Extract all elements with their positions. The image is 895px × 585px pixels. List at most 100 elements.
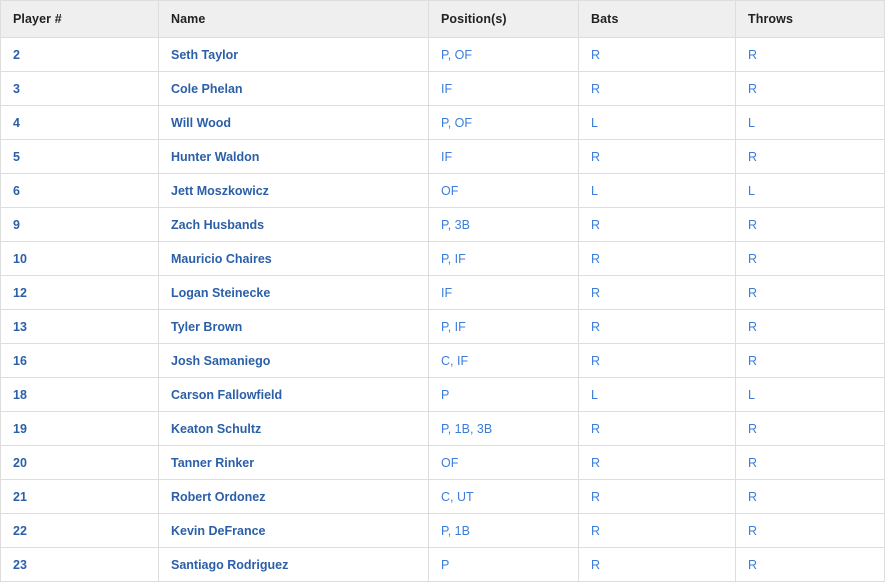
- column-header-positions: Position(s): [428, 0, 579, 38]
- cell-player-number: 21: [0, 479, 159, 514]
- cell-player-number: 2: [0, 37, 159, 72]
- cell-positions: C, UT: [428, 479, 579, 514]
- cell-positions: P, 3B: [428, 207, 579, 242]
- player-number-link[interactable]: 10: [13, 252, 27, 266]
- cell-bats: R: [578, 411, 736, 446]
- cell-bats: R: [578, 139, 736, 174]
- cell-bats: R: [578, 207, 736, 242]
- table-row: 6 Jett Moszkowicz OF L L: [0, 173, 885, 208]
- player-name-link[interactable]: Carson Fallowfield: [171, 388, 282, 402]
- cell-player-name: Logan Steinecke: [158, 275, 429, 310]
- cell-throws: L: [735, 377, 885, 412]
- player-number-link[interactable]: 2: [13, 48, 20, 62]
- cell-positions: P: [428, 377, 579, 412]
- cell-player-number: 22: [0, 513, 159, 548]
- player-name-link[interactable]: Hunter Waldon: [171, 150, 259, 164]
- table-row: 12 Logan Steinecke IF R R: [0, 275, 885, 310]
- cell-throws: R: [735, 513, 885, 548]
- cell-player-name: Will Wood: [158, 105, 429, 140]
- cell-player-name: Santiago Rodriguez: [158, 547, 429, 582]
- cell-bats: R: [578, 241, 736, 276]
- cell-positions: P, 1B: [428, 513, 579, 548]
- player-number-link[interactable]: 6: [13, 184, 20, 198]
- cell-positions: P, OF: [428, 37, 579, 72]
- roster-table: Player # Name Position(s) Bats Throws 2 S…: [0, 0, 885, 582]
- cell-bats: R: [578, 547, 736, 582]
- player-name-link[interactable]: Zach Husbands: [171, 218, 264, 232]
- player-name-link[interactable]: Robert Ordonez: [171, 490, 265, 504]
- cell-player-number: 4: [0, 105, 159, 140]
- cell-bats: L: [578, 105, 736, 140]
- cell-player-name: Kevin DeFrance: [158, 513, 429, 548]
- cell-player-name: Jett Moszkowicz: [158, 173, 429, 208]
- table-row: 21 Robert Ordonez C, UT R R: [0, 479, 885, 514]
- player-name-link[interactable]: Josh Samaniego: [171, 354, 270, 368]
- cell-throws: L: [735, 173, 885, 208]
- cell-player-number: 18: [0, 377, 159, 412]
- cell-bats: R: [578, 445, 736, 480]
- player-name-link[interactable]: Tyler Brown: [171, 320, 242, 334]
- player-name-link[interactable]: Seth Taylor: [171, 48, 238, 62]
- cell-positions: OF: [428, 445, 579, 480]
- player-name-link[interactable]: Santiago Rodriguez: [171, 558, 288, 572]
- cell-throws: R: [735, 479, 885, 514]
- player-number-link[interactable]: 12: [13, 286, 27, 300]
- cell-positions: IF: [428, 71, 579, 106]
- player-number-link[interactable]: 18: [13, 388, 27, 402]
- cell-player-name: Robert Ordonez: [158, 479, 429, 514]
- cell-bats: R: [578, 37, 736, 72]
- cell-positions: P: [428, 547, 579, 582]
- player-number-link[interactable]: 9: [13, 218, 20, 232]
- cell-throws: R: [735, 207, 885, 242]
- player-name-link[interactable]: Keaton Schultz: [171, 422, 261, 436]
- cell-player-name: Tyler Brown: [158, 309, 429, 344]
- cell-player-number: 10: [0, 241, 159, 276]
- cell-throws: L: [735, 105, 885, 140]
- player-name-link[interactable]: Logan Steinecke: [171, 286, 270, 300]
- player-number-link[interactable]: 22: [13, 524, 27, 538]
- player-number-link[interactable]: 5: [13, 150, 20, 164]
- cell-throws: R: [735, 275, 885, 310]
- table-row: 20 Tanner Rinker OF R R: [0, 445, 885, 480]
- player-number-link[interactable]: 20: [13, 456, 27, 470]
- cell-player-number: 9: [0, 207, 159, 242]
- roster-table-container: Player # Name Position(s) Bats Throws 2 S…: [0, 0, 885, 582]
- cell-throws: R: [735, 343, 885, 378]
- player-name-link[interactable]: Kevin DeFrance: [171, 524, 265, 538]
- cell-player-number: 6: [0, 173, 159, 208]
- column-header-name: Name: [158, 0, 429, 38]
- cell-throws: R: [735, 309, 885, 344]
- column-header-bats: Bats: [578, 0, 736, 38]
- player-number-link[interactable]: 19: [13, 422, 27, 436]
- cell-bats: L: [578, 173, 736, 208]
- cell-throws: R: [735, 37, 885, 72]
- player-name-link[interactable]: Will Wood: [171, 116, 231, 130]
- cell-player-number: 3: [0, 71, 159, 106]
- player-number-link[interactable]: 16: [13, 354, 27, 368]
- cell-player-name: Carson Fallowfield: [158, 377, 429, 412]
- column-header-player-number: Player #: [0, 0, 159, 38]
- table-row: 9 Zach Husbands P, 3B R R: [0, 207, 885, 242]
- player-number-link[interactable]: 3: [13, 82, 20, 96]
- cell-bats: R: [578, 513, 736, 548]
- cell-throws: R: [735, 241, 885, 276]
- cell-bats: R: [578, 275, 736, 310]
- cell-positions: IF: [428, 139, 579, 174]
- cell-player-number: 5: [0, 139, 159, 174]
- player-number-link[interactable]: 4: [13, 116, 20, 130]
- cell-bats: R: [578, 309, 736, 344]
- player-name-link[interactable]: Cole Phelan: [171, 82, 243, 96]
- player-name-link[interactable]: Jett Moszkowicz: [171, 184, 269, 198]
- cell-player-number: 12: [0, 275, 159, 310]
- player-number-link[interactable]: 13: [13, 320, 27, 334]
- player-number-link[interactable]: 23: [13, 558, 27, 572]
- player-number-link[interactable]: 21: [13, 490, 27, 504]
- player-name-link[interactable]: Mauricio Chaires: [171, 252, 272, 266]
- cell-player-number: 16: [0, 343, 159, 378]
- table-row: 16 Josh Samaniego C, IF R R: [0, 343, 885, 378]
- cell-positions: P, 1B, 3B: [428, 411, 579, 446]
- cell-player-name: Seth Taylor: [158, 37, 429, 72]
- table-row: 3 Cole Phelan IF R R: [0, 71, 885, 106]
- player-name-link[interactable]: Tanner Rinker: [171, 456, 254, 470]
- cell-positions: C, IF: [428, 343, 579, 378]
